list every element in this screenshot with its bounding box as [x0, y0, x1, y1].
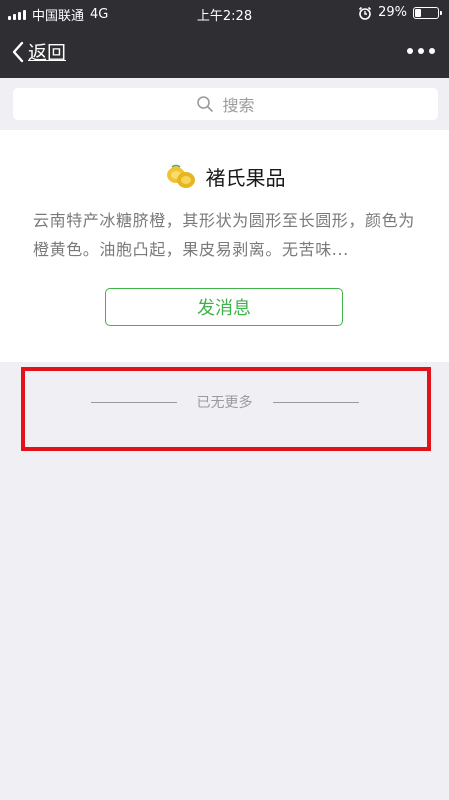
- more-button[interactable]: [407, 48, 435, 54]
- status-right: 29%: [358, 5, 442, 20]
- back-button[interactable]: 返回: [12, 38, 66, 65]
- more-dot-icon: [429, 48, 435, 54]
- profile-name: 褚氏果品: [205, 166, 286, 190]
- chevron-left-icon: [12, 41, 24, 62]
- search-placeholder: 搜索: [222, 96, 255, 115]
- highlight-box: [21, 367, 431, 451]
- send-message-button[interactable]: 发消息: [105, 288, 343, 326]
- lemon-logo-icon: [166, 164, 195, 188]
- alarm-icon: [359, 6, 372, 20]
- more-dot-icon: [407, 48, 413, 54]
- profile-header: 褚氏果品: [0, 162, 449, 191]
- profile-card: 褚氏果品 云南特产冰糖脐橙，其形状为圆形至长圆形，颜色为橙黄色。油胞凸起，果皮易…: [0, 130, 449, 362]
- profile-description: 云南特产冰糖脐橙，其形状为圆形至长圆形，颜色为橙黄色。油胞凸起，果皮易剥离。无苦…: [33, 211, 415, 259]
- battery-percent: 29%: [378, 5, 407, 20]
- status-bar: 中国联通 4G 上午2:28 29%: [0, 0, 449, 26]
- back-label: 返回: [28, 42, 67, 64]
- search-input[interactable]: 搜索: [13, 88, 438, 120]
- more-dot-icon: [418, 48, 424, 54]
- search-area: 搜索: [0, 78, 449, 130]
- battery-icon: [413, 6, 442, 19]
- nav-bar: 返回: [0, 26, 449, 78]
- search-icon: [197, 96, 214, 112]
